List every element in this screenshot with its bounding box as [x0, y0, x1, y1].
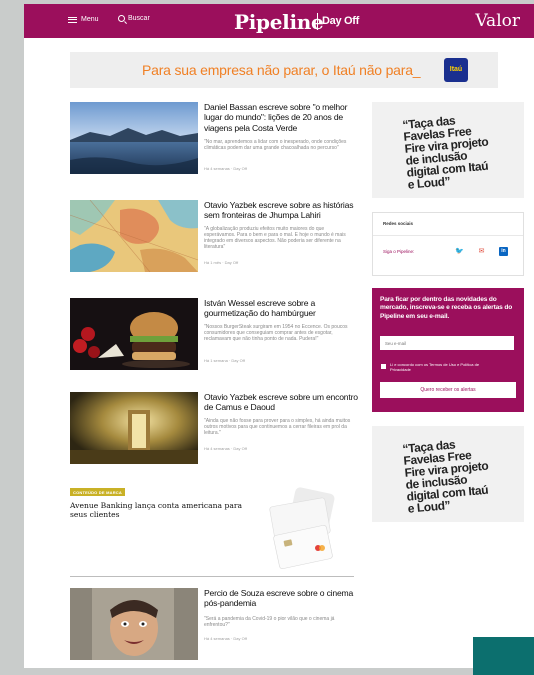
article-title[interactable]: Otavio Yazbek escreve sobre um encontro …: [204, 392, 360, 413]
article-meta: Há 4 semanas · Day Off: [204, 446, 247, 451]
side-ad-text: “Taça das Favelas Free Fire vira projeto…: [401, 113, 489, 192]
social-title: Redes sociais: [383, 221, 414, 226]
article-image-map[interactable]: [70, 200, 198, 272]
linkedin-icon[interactable]: in: [499, 247, 508, 256]
itau-logo: Itaú: [444, 58, 468, 82]
article-card[interactable]: Otavio Yazbek escreve sobre as histórias…: [70, 200, 360, 276]
article-card[interactable]: Otavio Yazbek escreve sobre um encontro …: [70, 392, 360, 468]
side-ad-bottom[interactable]: “Taça das Favelas Free Fire vira projeto…: [372, 426, 524, 522]
floating-widget[interactable]: [473, 637, 534, 675]
mail-icon[interactable]: ✉: [477, 247, 486, 256]
article-card[interactable]: Percio de Souza escreve sobre o cinema p…: [70, 588, 360, 664]
article-image-book[interactable]: [70, 392, 198, 464]
article-title[interactable]: Percio de Souza escreve sobre o cinema p…: [204, 588, 360, 609]
hamburger-icon: [68, 16, 77, 23]
newsletter-text: Para ficar por dentro das novidades do m…: [380, 296, 513, 320]
article-card[interactable]: István Wessel escreve sobre a gourmetiza…: [70, 298, 360, 374]
day-off-label[interactable]: Day Off: [322, 15, 359, 27]
sponsored-title[interactable]: Avenue Banking lança conta americana par…: [70, 501, 246, 520]
subscribe-button[interactable]: Quero receber os alertas: [380, 382, 516, 398]
article-excerpt: "A globalização produziu efeitos muito m…: [204, 226, 346, 250]
side-ad-top[interactable]: “Taça das Favelas Free Fire vira projeto…: [372, 102, 524, 198]
section-divider: [70, 576, 354, 577]
sponsored-tag: CONTEÚDO DE MARCA: [70, 488, 125, 496]
article-excerpt: "Será a pandemia da Covid-19 o pior vilã…: [204, 616, 335, 628]
menu-button[interactable]: Menu: [68, 16, 99, 23]
article-meta: Há 1 semana · Day Off: [204, 358, 245, 363]
consent-label: Li e concordo com os Termos de Uso e Pol…: [390, 362, 480, 372]
logo-divider: [317, 13, 318, 30]
search-button[interactable]: Buscar: [118, 15, 150, 22]
side-ad-text: “Taça das Favelas Free Fire vira projeto…: [401, 437, 489, 516]
search-icon: [118, 15, 125, 22]
credit-cards-image[interactable]: [246, 482, 358, 572]
social-networks-box: Redes sociais Siga o Pipeline: 🐦 ✉ in: [372, 212, 524, 276]
article-title[interactable]: Daniel Bassan escreve sobre "o melhor lu…: [204, 102, 360, 133]
article-image-film-still[interactable]: [70, 588, 198, 660]
article-title[interactable]: Otavio Yazbek escreve sobre as histórias…: [204, 200, 360, 221]
social-divider: [373, 235, 523, 236]
pipeline-logo[interactable]: Pipeline: [234, 10, 324, 34]
newsletter-box: Para ficar por dentro das novidades do m…: [372, 288, 524, 412]
follow-label: Siga o Pipeline:: [383, 249, 415, 254]
article-image-hamburger[interactable]: [70, 298, 198, 370]
valor-logo[interactable]: Valor: [475, 11, 520, 31]
article-excerpt: "Ainda que não fosse para prover para o …: [204, 418, 351, 436]
article-image-sea[interactable]: [70, 102, 198, 174]
article-title[interactable]: István Wessel escreve sobre a gourmetiza…: [204, 298, 360, 319]
article-excerpt: "No mar, aprendemos a lidar com o inespe…: [204, 139, 347, 151]
menu-label: Menu: [81, 16, 99, 23]
page: Menu Buscar Pipeline Day Off Valor Para …: [24, 4, 534, 668]
email-field[interactable]: [380, 336, 514, 350]
search-label: Buscar: [128, 15, 150, 22]
article-meta: Há 1 mês · Day Off: [204, 260, 239, 265]
article-excerpt: "Nossos BurgerSteak surgiram em 1954 no …: [204, 324, 348, 342]
article-meta: Há 4 semanas · Day Off: [204, 166, 247, 171]
article-meta: Há 4 semanas · Day Off: [204, 636, 247, 641]
itau-banner-ad[interactable]: Para sua empresa não parar, o Itaú não p…: [70, 52, 498, 88]
banner-ad-text: Para sua empresa não parar, o Itaú não p…: [142, 62, 421, 78]
twitter-icon[interactable]: 🐦: [455, 247, 464, 256]
top-header: Menu Buscar Pipeline Day Off Valor: [24, 4, 534, 38]
article-card[interactable]: Daniel Bassan escreve sobre "o melhor lu…: [70, 102, 360, 178]
consent-checkbox[interactable]: [381, 364, 386, 369]
